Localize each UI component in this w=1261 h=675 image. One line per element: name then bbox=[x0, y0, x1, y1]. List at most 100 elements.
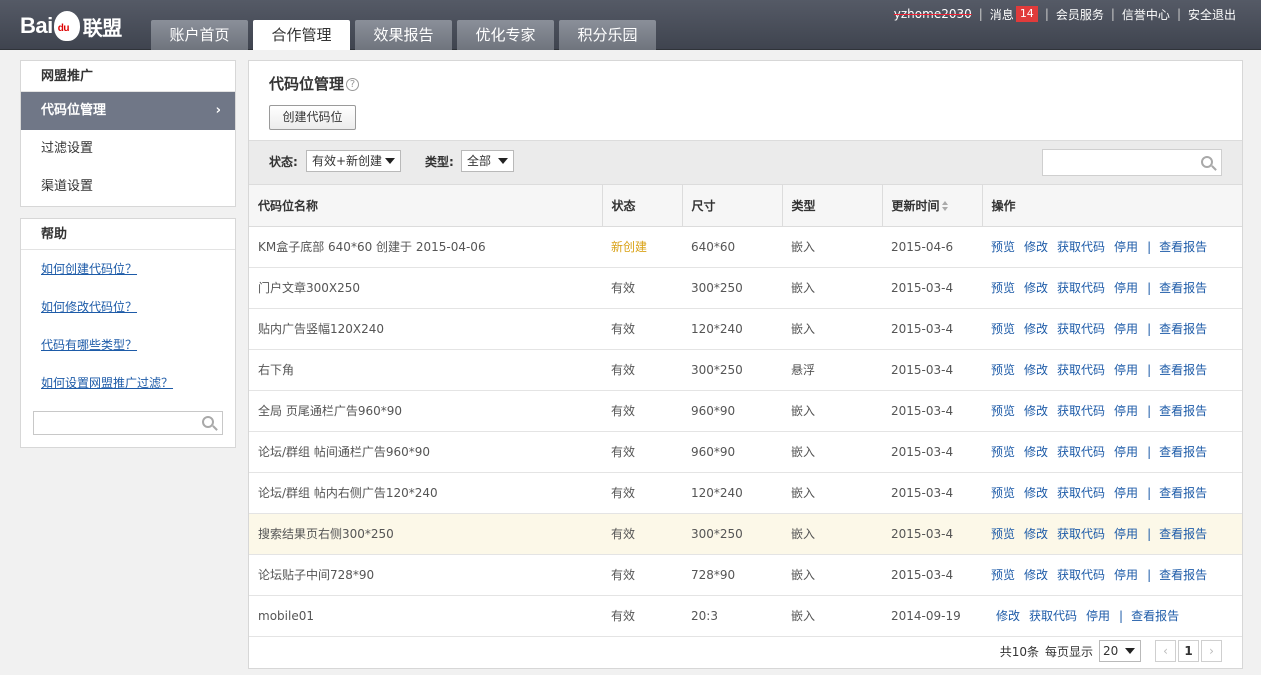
status-filter-select[interactable]: 有效+新创建 bbox=[306, 150, 401, 172]
member-service-link[interactable]: 会员服务 bbox=[1056, 6, 1104, 23]
nav-tab[interactable]: 效果报告 bbox=[355, 20, 452, 50]
action-link[interactable]: 获取代码 bbox=[1057, 568, 1105, 582]
view-report-link[interactable]: 查看报告 bbox=[1159, 568, 1207, 582]
help-icon[interactable]: ? bbox=[346, 78, 360, 91]
action-link[interactable]: 预览 bbox=[991, 322, 1015, 336]
action-link[interactable]: 预览 bbox=[991, 363, 1015, 377]
per-page-select[interactable]: 20 bbox=[1099, 640, 1141, 662]
view-report-link[interactable]: 查看报告 bbox=[1159, 404, 1207, 418]
action-link[interactable]: 停用 bbox=[1114, 486, 1138, 500]
paw-icon: du bbox=[53, 11, 80, 41]
user-name[interactable]: yzhome2030 bbox=[894, 7, 972, 21]
action-link[interactable]: 修改 bbox=[1024, 322, 1048, 336]
logo-text-left: Bai bbox=[20, 13, 53, 38]
help-link[interactable]: 如何创建代码位？ bbox=[21, 250, 235, 288]
page-1-button[interactable]: 1 bbox=[1178, 640, 1199, 662]
view-report-link[interactable]: 查看报告 bbox=[1131, 609, 1179, 623]
view-report-link[interactable]: 查看报告 bbox=[1159, 240, 1207, 254]
next-page-button[interactable]: › bbox=[1201, 640, 1222, 662]
nav-tab[interactable]: 积分乐园 bbox=[559, 20, 656, 50]
action-link[interactable]: 停用 bbox=[1114, 445, 1138, 459]
action-link[interactable]: 修改 bbox=[996, 609, 1020, 623]
action-link[interactable]: 获取代码 bbox=[1057, 527, 1105, 541]
nav-tab[interactable]: 优化专家 bbox=[457, 20, 554, 50]
sidebar-item[interactable]: 过滤设置 bbox=[21, 130, 235, 168]
action-link[interactable]: 预览 bbox=[991, 486, 1015, 500]
action-link[interactable]: 停用 bbox=[1114, 281, 1138, 295]
table-search-input[interactable] bbox=[1043, 150, 1193, 175]
logo-text-right: 联盟 bbox=[82, 17, 123, 40]
action-link[interactable]: 获取代码 bbox=[1029, 609, 1077, 623]
action-link[interactable]: 获取代码 bbox=[1057, 404, 1105, 418]
slot-status: 有效 bbox=[602, 554, 682, 596]
action-link[interactable]: 修改 bbox=[1024, 527, 1048, 541]
action-link[interactable]: 修改 bbox=[1024, 568, 1048, 582]
sidebar-promo-title: 网盟推广 bbox=[21, 61, 235, 92]
action-link[interactable]: 停用 bbox=[1114, 322, 1138, 336]
baidu-union-logo[interactable]: Bai du 联盟 bbox=[20, 9, 122, 43]
view-report-link[interactable]: 查看报告 bbox=[1159, 363, 1207, 377]
slot-size: 120*240 bbox=[682, 472, 782, 514]
create-slot-button[interactable]: 创建代码位 bbox=[269, 105, 356, 130]
slot-status: 有效 bbox=[602, 390, 682, 432]
slot-status: 有效 bbox=[602, 267, 682, 309]
slot-date: 2015-03-4 bbox=[882, 349, 982, 391]
row-actions: 预览 修改 获取代码 停用 | 查看报告 bbox=[982, 226, 1242, 268]
column-header[interactable]: 更新时间 bbox=[882, 185, 983, 227]
slot-name: 论坛/群组 帖内右侧广告120*240 bbox=[249, 472, 602, 514]
prev-page-button[interactable]: ‹ bbox=[1155, 640, 1176, 662]
nav-tab[interactable]: 合作管理 bbox=[253, 20, 350, 50]
action-link[interactable]: 停用 bbox=[1114, 568, 1138, 582]
help-link[interactable]: 代码有哪些类型？ bbox=[21, 326, 235, 364]
action-link[interactable]: 修改 bbox=[1024, 240, 1048, 254]
action-link[interactable]: 获取代码 bbox=[1057, 486, 1105, 500]
slot-size: 300*250 bbox=[682, 267, 782, 309]
view-report-link[interactable]: 查看报告 bbox=[1159, 445, 1207, 459]
action-link[interactable]: 修改 bbox=[1024, 486, 1048, 500]
credit-center-link[interactable]: 信誉中心 bbox=[1122, 6, 1170, 23]
logout-link[interactable]: 安全退出 bbox=[1188, 6, 1236, 23]
type-filter-select[interactable]: 全部 bbox=[461, 150, 514, 172]
action-link[interactable]: 停用 bbox=[1114, 404, 1138, 418]
action-link[interactable]: 修改 bbox=[1024, 281, 1048, 295]
slot-status: 有效 bbox=[602, 349, 682, 391]
action-link[interactable]: 预览 bbox=[991, 568, 1015, 582]
messages-link[interactable]: 消息 bbox=[990, 6, 1014, 23]
action-link[interactable]: 停用 bbox=[1086, 609, 1110, 623]
sidebar-item[interactable]: 代码位管理 › bbox=[21, 92, 235, 130]
action-link[interactable]: 预览 bbox=[991, 527, 1015, 541]
action-link[interactable]: 获取代码 bbox=[1057, 322, 1105, 336]
action-link[interactable]: 修改 bbox=[1024, 363, 1048, 377]
action-link[interactable]: 预览 bbox=[991, 240, 1015, 254]
action-link[interactable]: 修改 bbox=[1024, 404, 1048, 418]
action-link[interactable]: 修改 bbox=[1024, 445, 1048, 459]
view-report-link[interactable]: 查看报告 bbox=[1159, 322, 1207, 336]
action-separator: | bbox=[1147, 486, 1152, 500]
table-row: 论坛/群组 帖间通栏广告960*90 有效 960*90 嵌入 2015-03-4 预览修… bbox=[249, 431, 1242, 473]
view-report-link[interactable]: 查看报告 bbox=[1159, 281, 1207, 295]
row-actions: 预览 修改 获取代码 停用 | 查看报告 bbox=[982, 267, 1242, 309]
help-link[interactable]: 如何修改代码位？ bbox=[21, 288, 235, 326]
action-link[interactable]: 停用 bbox=[1114, 240, 1138, 254]
action-link[interactable]: 获取代码 bbox=[1057, 363, 1105, 377]
action-link[interactable]: 获取代码 bbox=[1057, 240, 1105, 254]
view-report-link[interactable]: 查看报告 bbox=[1159, 527, 1207, 541]
action-link[interactable]: 预览 bbox=[991, 281, 1015, 295]
sidebar-search-input[interactable] bbox=[34, 412, 194, 434]
action-link[interactable]: 预览 bbox=[991, 404, 1015, 418]
view-report-link[interactable]: 查看报告 bbox=[1159, 486, 1207, 500]
sidebar-item[interactable]: 渠道设置 bbox=[21, 168, 235, 206]
nav-tab[interactable]: 账户首页 bbox=[151, 20, 248, 50]
action-link[interactable]: 获取代码 bbox=[1057, 445, 1105, 459]
action-link[interactable]: 停用 bbox=[1114, 363, 1138, 377]
action-link[interactable]: 获取代码 bbox=[1057, 281, 1105, 295]
search-icon[interactable] bbox=[1201, 156, 1213, 168]
action-link[interactable]: 预览 bbox=[991, 445, 1015, 459]
slot-status: 有效 bbox=[602, 472, 682, 514]
slot-name: 贴内广告竖幅120X240 bbox=[249, 308, 602, 350]
pagination: 共10条 每页显示 20 ‹ 1 › bbox=[1000, 639, 1222, 663]
action-link[interactable]: 停用 bbox=[1114, 527, 1138, 541]
sort-icon[interactable] bbox=[941, 201, 948, 212]
help-link[interactable]: 如何设置网盟推广过滤？ bbox=[21, 364, 235, 402]
search-icon[interactable] bbox=[202, 416, 214, 428]
